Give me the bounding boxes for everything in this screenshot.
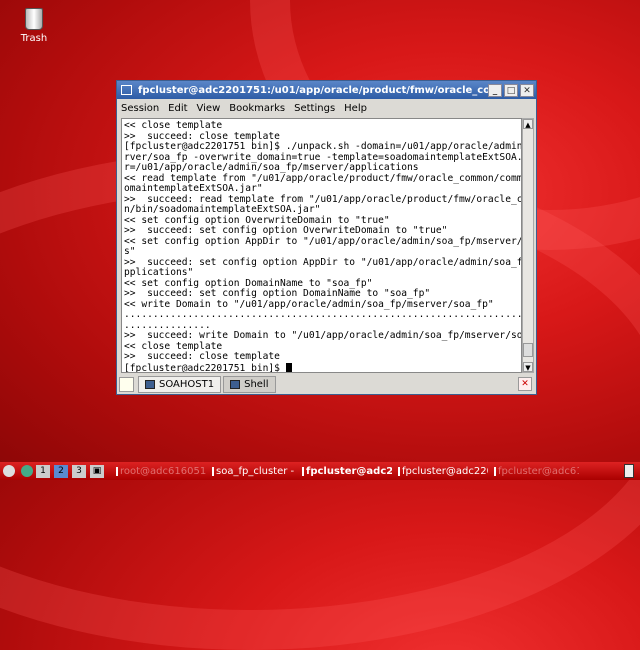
task-soa-fp-cluster[interactable]: soa_fp_cluster - K [212,466,296,477]
task-label: root@adc616051 [120,465,206,477]
browser-icon[interactable] [21,465,33,477]
window-title: fpcluster@adc2201751:/u01/app/oracle/pro… [138,84,488,96]
menu-view[interactable]: View [197,103,221,114]
terminal-line: >> succeed: set config option OverwriteD… [124,225,448,236]
terminal-output[interactable]: << close template >> succeed: close templ… [121,118,522,373]
tab-soahost1[interactable]: SOAHOST1 [138,375,222,393]
terminal-line: >> succeed: write Domain to "/u01/app/or… [124,330,522,341]
terminal-line: << set config option AppDir to "/u01/app… [124,235,522,247]
system-icon[interactable] [3,465,15,477]
minimize-button[interactable]: _ [488,83,502,97]
terminal-line: s" [124,246,136,257]
terminal-window: fpcluster@adc2201751:/u01/app/oracle/pro… [116,80,537,395]
tab-label: Shell [244,378,269,390]
trash-label: Trash [20,33,48,44]
terminal-icon [230,379,241,389]
terminal-icon [121,85,132,95]
task-fpcluster-61[interactable]: fpcluster@adc61 [494,466,579,477]
terminal-line: >> succeed: set config option DomainName… [124,288,431,299]
terminal-line: r=/u01/app/oracle/admin/soa_fp/mserver/a… [124,162,419,173]
desktop-2[interactable]: 2 [54,464,68,478]
menu-bar: Session Edit View Bookmarks Settings Hel… [117,99,536,117]
menu-bookmarks[interactable]: Bookmarks [229,103,285,114]
menu-settings[interactable]: Settings [294,103,335,114]
task-label: fpcluster@adc61 [498,465,579,477]
tab-bar: SOAHOST1 Shell ✕ [119,375,534,393]
terminal-line: [fpcluster@adc2201751 bin]$ ./unpack.sh … [124,141,522,152]
desktop-3[interactable]: 3 [72,464,86,478]
show-desktop-icon[interactable]: ▣ [90,464,104,478]
terminal-line: ........................................… [124,309,522,320]
terminal-icon [145,379,155,389]
taskbar: 1 2 3 ▣ root@adc616051 soa_fp_cluster - … [0,462,640,480]
terminal-line: omaintemplateExtSOA.jar" [124,183,263,194]
terminal-line: >> succeed: close template [124,351,280,362]
task-label: soa_fp_cluster - K [216,465,296,477]
task-root[interactable]: root@adc616051 [116,466,206,477]
desktop-1[interactable]: 1 [36,464,50,478]
clipboard-icon[interactable] [624,464,634,478]
trash-icon [25,8,43,30]
scroll-thumb[interactable] [523,343,533,357]
maximize-button[interactable]: □ [504,83,518,97]
scrollbar[interactable]: ▲ ▼ [522,118,534,373]
menu-help[interactable]: Help [344,103,367,114]
scroll-down-icon[interactable]: ▼ [523,362,533,372]
menu-edit[interactable]: Edit [168,103,187,114]
close-tab-button[interactable]: ✕ [518,377,532,391]
close-button[interactable]: ✕ [520,83,534,97]
task-label: fpcluster@adc220 [402,465,488,477]
scroll-up-icon[interactable]: ▲ [523,119,533,129]
task-fpcluster-active[interactable]: fpcluster@adc2 [302,466,392,477]
terminal-line: n/bin/soadomaintemplateExtSOA.jar" [124,204,321,215]
cursor [285,362,292,372]
menu-session[interactable]: Session [121,103,159,114]
trash-desktop-icon[interactable]: Trash [18,8,50,44]
title-bar[interactable]: fpcluster@adc2201751:/u01/app/oracle/pro… [117,81,536,99]
task-fpcluster[interactable]: fpcluster@adc220 [398,466,488,477]
prompt: [fpcluster@adc2201751 bin]$ [124,362,286,373]
tab-shell[interactable]: Shell [223,375,276,393]
new-tab-button[interactable] [119,376,134,392]
terminal-line: << close template [124,120,223,131]
tab-label: SOAHOST1 [159,378,215,390]
task-label: fpcluster@adc2 [306,465,392,477]
terminal-line: pplications" [124,267,194,278]
